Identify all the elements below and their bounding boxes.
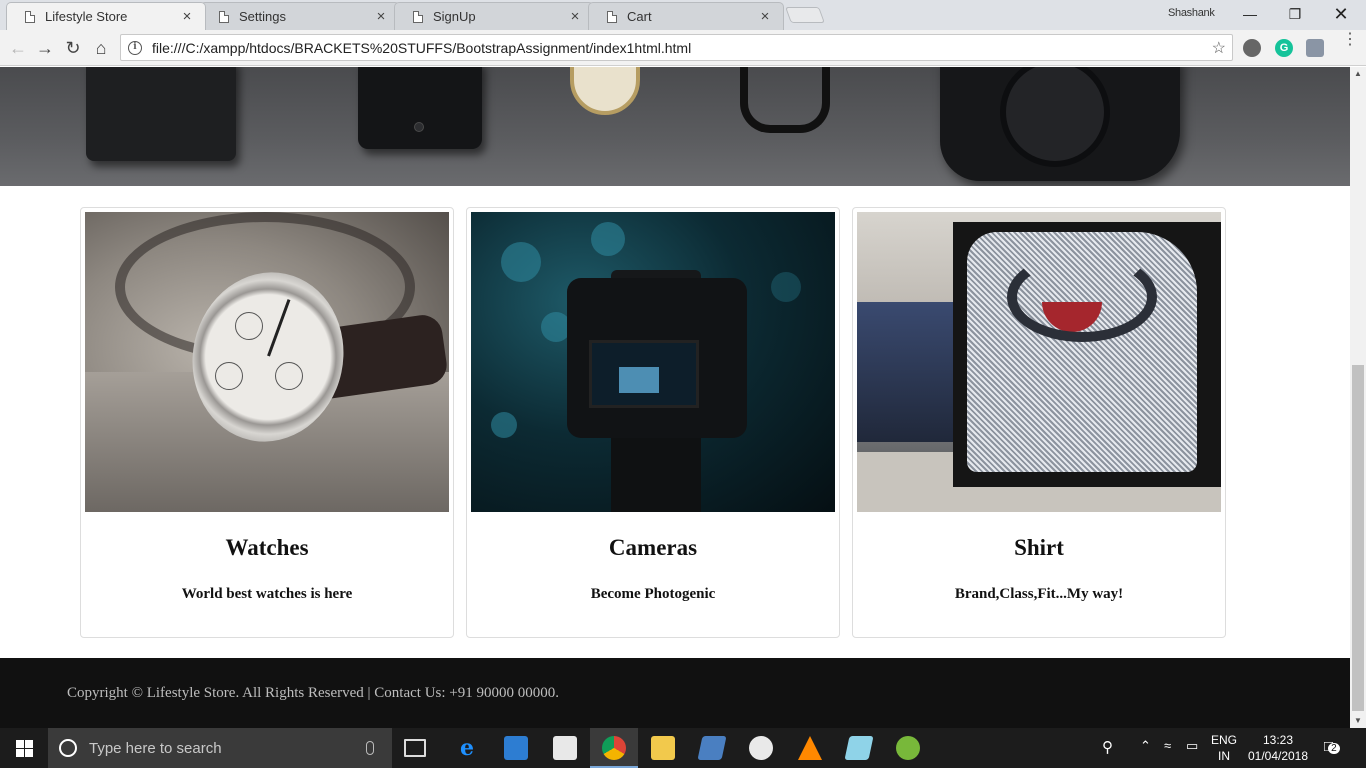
info-icon[interactable]: i [128, 40, 142, 55]
close-icon[interactable]: × [757, 8, 773, 25]
card-subtitle: Become Photogenic [590, 586, 716, 602]
page-icon [607, 10, 617, 23]
card-subtitle: World best watches is here [181, 586, 353, 602]
wallet-shape [86, 67, 236, 161]
window-close-icon[interactable]: ✕ [1318, 0, 1364, 30]
browser-toolbar: ← → ↻ ⌂ i file:///C:/xampp/htdocs/BRACKE… [0, 30, 1366, 66]
glasses-shape [740, 67, 830, 133]
camera-photo[interactable] [471, 212, 835, 512]
card-cameras[interactable]: Cameras Become Photogenic [466, 207, 840, 638]
card-title: Cameras [608, 535, 698, 560]
close-icon[interactable]: × [567, 8, 583, 25]
tab-title: Lifestyle Store [45, 9, 128, 24]
tab-lifestyle-store[interactable]: Lifestyle Store × [6, 2, 206, 30]
profile-name[interactable]: Shashank [1168, 7, 1215, 19]
browser-menu-icon[interactable]: ⋮ [1342, 32, 1358, 48]
windows-store-icon[interactable] [553, 736, 577, 760]
phone-button-shape [414, 122, 424, 132]
clock-date: 01/04/2018 [1247, 749, 1309, 763]
hero-banner-image [0, 67, 1350, 186]
taskbar-clock[interactable]: 13:23 01/04/2018 [1236, 732, 1320, 764]
url-text[interactable]: file:///C:/xampp/htdocs/BRACKETS%20STUFF… [152, 40, 1212, 56]
close-icon[interactable]: × [179, 8, 195, 25]
grammarly-icon[interactable]: G [1275, 39, 1293, 57]
tab-title: SignUp [433, 9, 476, 24]
scroll-down-icon[interactable]: ▼ [1350, 714, 1366, 728]
shield-extension-icon[interactable] [1306, 39, 1324, 57]
task-view-icon[interactable] [404, 739, 426, 757]
address-bar[interactable]: i file:///C:/xampp/htdocs/BRACKETS%20STU… [120, 34, 1233, 61]
card-title: Watches [225, 535, 309, 560]
phone-shape [358, 67, 482, 149]
search-placeholder: Type here to search [89, 739, 222, 757]
clock-time: 13:23 [1262, 733, 1294, 747]
windows-taskbar: Type here to search e ⚲ ⌃ ≈ ▭ ENG IN 13:… [0, 728, 1366, 768]
notepad-icon[interactable] [844, 736, 874, 760]
close-icon[interactable]: × [373, 8, 389, 25]
paint-icon[interactable] [749, 736, 773, 760]
tab-strip: Lifestyle Store × Settings × SignUp × Ca… [0, 0, 1366, 30]
card-shirt[interactable]: Shirt Brand,Class,Fit...My way! [852, 207, 1226, 638]
brackets-app-icon[interactable] [697, 736, 727, 760]
vlc-icon[interactable] [798, 736, 822, 760]
watch-photo[interactable] [85, 212, 449, 512]
product-cards: Watches World best watches is here Camer… [80, 207, 1228, 638]
battery-icon[interactable]: ▭ [1186, 738, 1198, 754]
new-tab-button[interactable] [785, 7, 825, 23]
reload-icon[interactable]: ↻ [60, 35, 86, 61]
shirt-photo[interactable] [857, 212, 1221, 512]
card-title: Shirt [1014, 535, 1064, 560]
footer-copyright: Copyright © Lifestyle Store. All Rights … [67, 685, 559, 701]
tab-title: Cart [627, 9, 652, 24]
bookmark-star-icon[interactable]: ☆ [1212, 38, 1226, 58]
page-scrollbar[interactable]: ▲ ▼ [1350, 67, 1366, 728]
minimize-icon[interactable]: — [1227, 0, 1273, 30]
windows-start-icon[interactable] [0, 728, 48, 768]
page-icon [25, 10, 35, 23]
wifi-icon[interactable]: ≈ [1164, 738, 1171, 753]
tab-signup[interactable]: SignUp × [394, 2, 594, 30]
page-viewport: Watches World best watches is here Camer… [0, 67, 1350, 728]
page-footer: Copyright © Lifestyle Store. All Rights … [0, 658, 1350, 728]
tab-cart[interactable]: Cart × [588, 2, 784, 30]
tab-settings[interactable]: Settings × [200, 2, 400, 30]
tab-title: Settings [239, 9, 286, 24]
page-icon [413, 10, 423, 23]
chrome-icon[interactable] [602, 736, 626, 760]
taskbar-search[interactable]: Type here to search [48, 728, 392, 768]
file-explorer-icon[interactable] [651, 736, 675, 760]
card-watches[interactable]: Watches World best watches is here [80, 207, 454, 638]
microphone-icon[interactable] [366, 741, 374, 755]
back-icon[interactable]: ← [5, 35, 31, 61]
home-icon[interactable]: ⌂ [88, 35, 114, 61]
action-center-icon[interactable]: □2 [1324, 738, 1340, 755]
notification-count: 2 [1328, 743, 1340, 754]
restore-icon[interactable]: ❐ [1272, 0, 1318, 30]
store-app-icon[interactable] [504, 736, 528, 760]
show-hidden-icons[interactable]: ⌃ [1140, 738, 1151, 754]
extension-lightbulb-icon[interactable] [1243, 39, 1261, 57]
edge-icon[interactable]: e [455, 736, 479, 760]
scrollbar-thumb[interactable] [1352, 365, 1364, 711]
card-subtitle: Brand,Class,Fit...My way! [954, 586, 1124, 602]
scroll-up-icon[interactable]: ▲ [1350, 67, 1366, 81]
watch-shape [570, 67, 640, 115]
page-icon [219, 10, 229, 23]
forward-icon[interactable]: → [32, 35, 58, 61]
people-icon[interactable]: ⚲ [1102, 738, 1113, 756]
cortana-icon [59, 739, 77, 757]
utorrent-icon[interactable] [896, 736, 920, 760]
